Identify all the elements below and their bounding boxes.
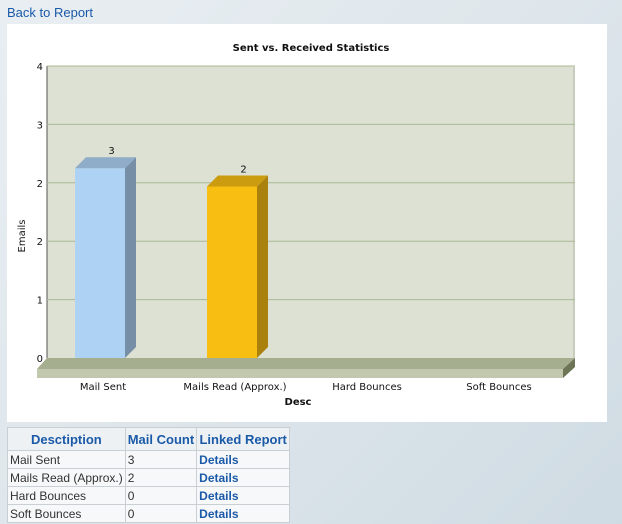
header-mail-count: Mail Count (124, 427, 198, 451)
row-description: Hard Bounces (7, 486, 126, 505)
bar-side (125, 157, 136, 358)
y-tick-label: 1 (37, 296, 43, 307)
details-link[interactable]: Details (196, 504, 291, 523)
table-row: Mail Sent 3 Details (7, 450, 291, 469)
details-link[interactable]: Details (196, 450, 291, 469)
y-tick-label: 0 (37, 354, 43, 365)
table-row: Hard Bounces 0 Details (7, 486, 291, 505)
y-axis-label: Emails (17, 220, 28, 253)
y-tick-label: 4 (37, 62, 43, 73)
x-tick-label: Mails Read (Approx.) (183, 382, 286, 393)
back-to-report-link[interactable]: Back to Report (7, 5, 93, 20)
plot-side-wall (573, 66, 575, 358)
row-mail-count: 0 (124, 504, 198, 523)
details-link[interactable]: Details (196, 486, 291, 505)
table-row: Soft Bounces 0 Details (7, 504, 291, 523)
row-mail-count: 0 (124, 486, 198, 505)
bar-side (257, 175, 268, 358)
x-tick-label: Soft Bounces (466, 382, 531, 393)
bar-chart: 0 1 2 2 3 4 3 Mail Sent 2 Mails Read (Approx.) Ha… (17, 43, 575, 408)
plot-floor-top (37, 358, 575, 369)
chart-title: Sent vs. Received Statistics (233, 43, 390, 54)
x-axis-label: Desc (285, 397, 312, 408)
x-tick-label: Hard Bounces (332, 382, 402, 393)
row-description: Soft Bounces (7, 504, 126, 523)
row-mail-count: 2 (124, 468, 198, 487)
bar (75, 168, 125, 358)
x-tick-label: Mail Sent (80, 382, 126, 393)
stats-table-wrap: Desctiption Mail Count Linked Report Mai… (7, 427, 291, 523)
header-description: Desctiption (7, 427, 126, 451)
y-tick-label: 2 (37, 179, 43, 190)
row-mail-count: 3 (124, 450, 198, 469)
chart-panel: 0 1 2 2 3 4 3 Mail Sent 2 Mails Read (Approx.) Ha… (7, 24, 607, 422)
header-linked-report: Linked Report (196, 427, 291, 451)
details-link[interactable]: Details (196, 468, 291, 487)
y-tick-label: 2 (37, 237, 43, 248)
y-tick-label: 3 (37, 120, 43, 131)
table-header-row: Desctiption Mail Count Linked Report (7, 427, 291, 451)
data-label: 2 (240, 164, 246, 175)
row-description: Mail Sent (7, 450, 126, 469)
stats-table: Desctiption Mail Count Linked Report Mai… (7, 427, 291, 523)
table-row: Mails Read (Approx.) 2 Details (7, 468, 291, 487)
plot-floor-front (37, 369, 563, 378)
data-label: 3 (108, 146, 114, 157)
row-description: Mails Read (Approx.) (7, 468, 126, 487)
bar (207, 186, 257, 358)
